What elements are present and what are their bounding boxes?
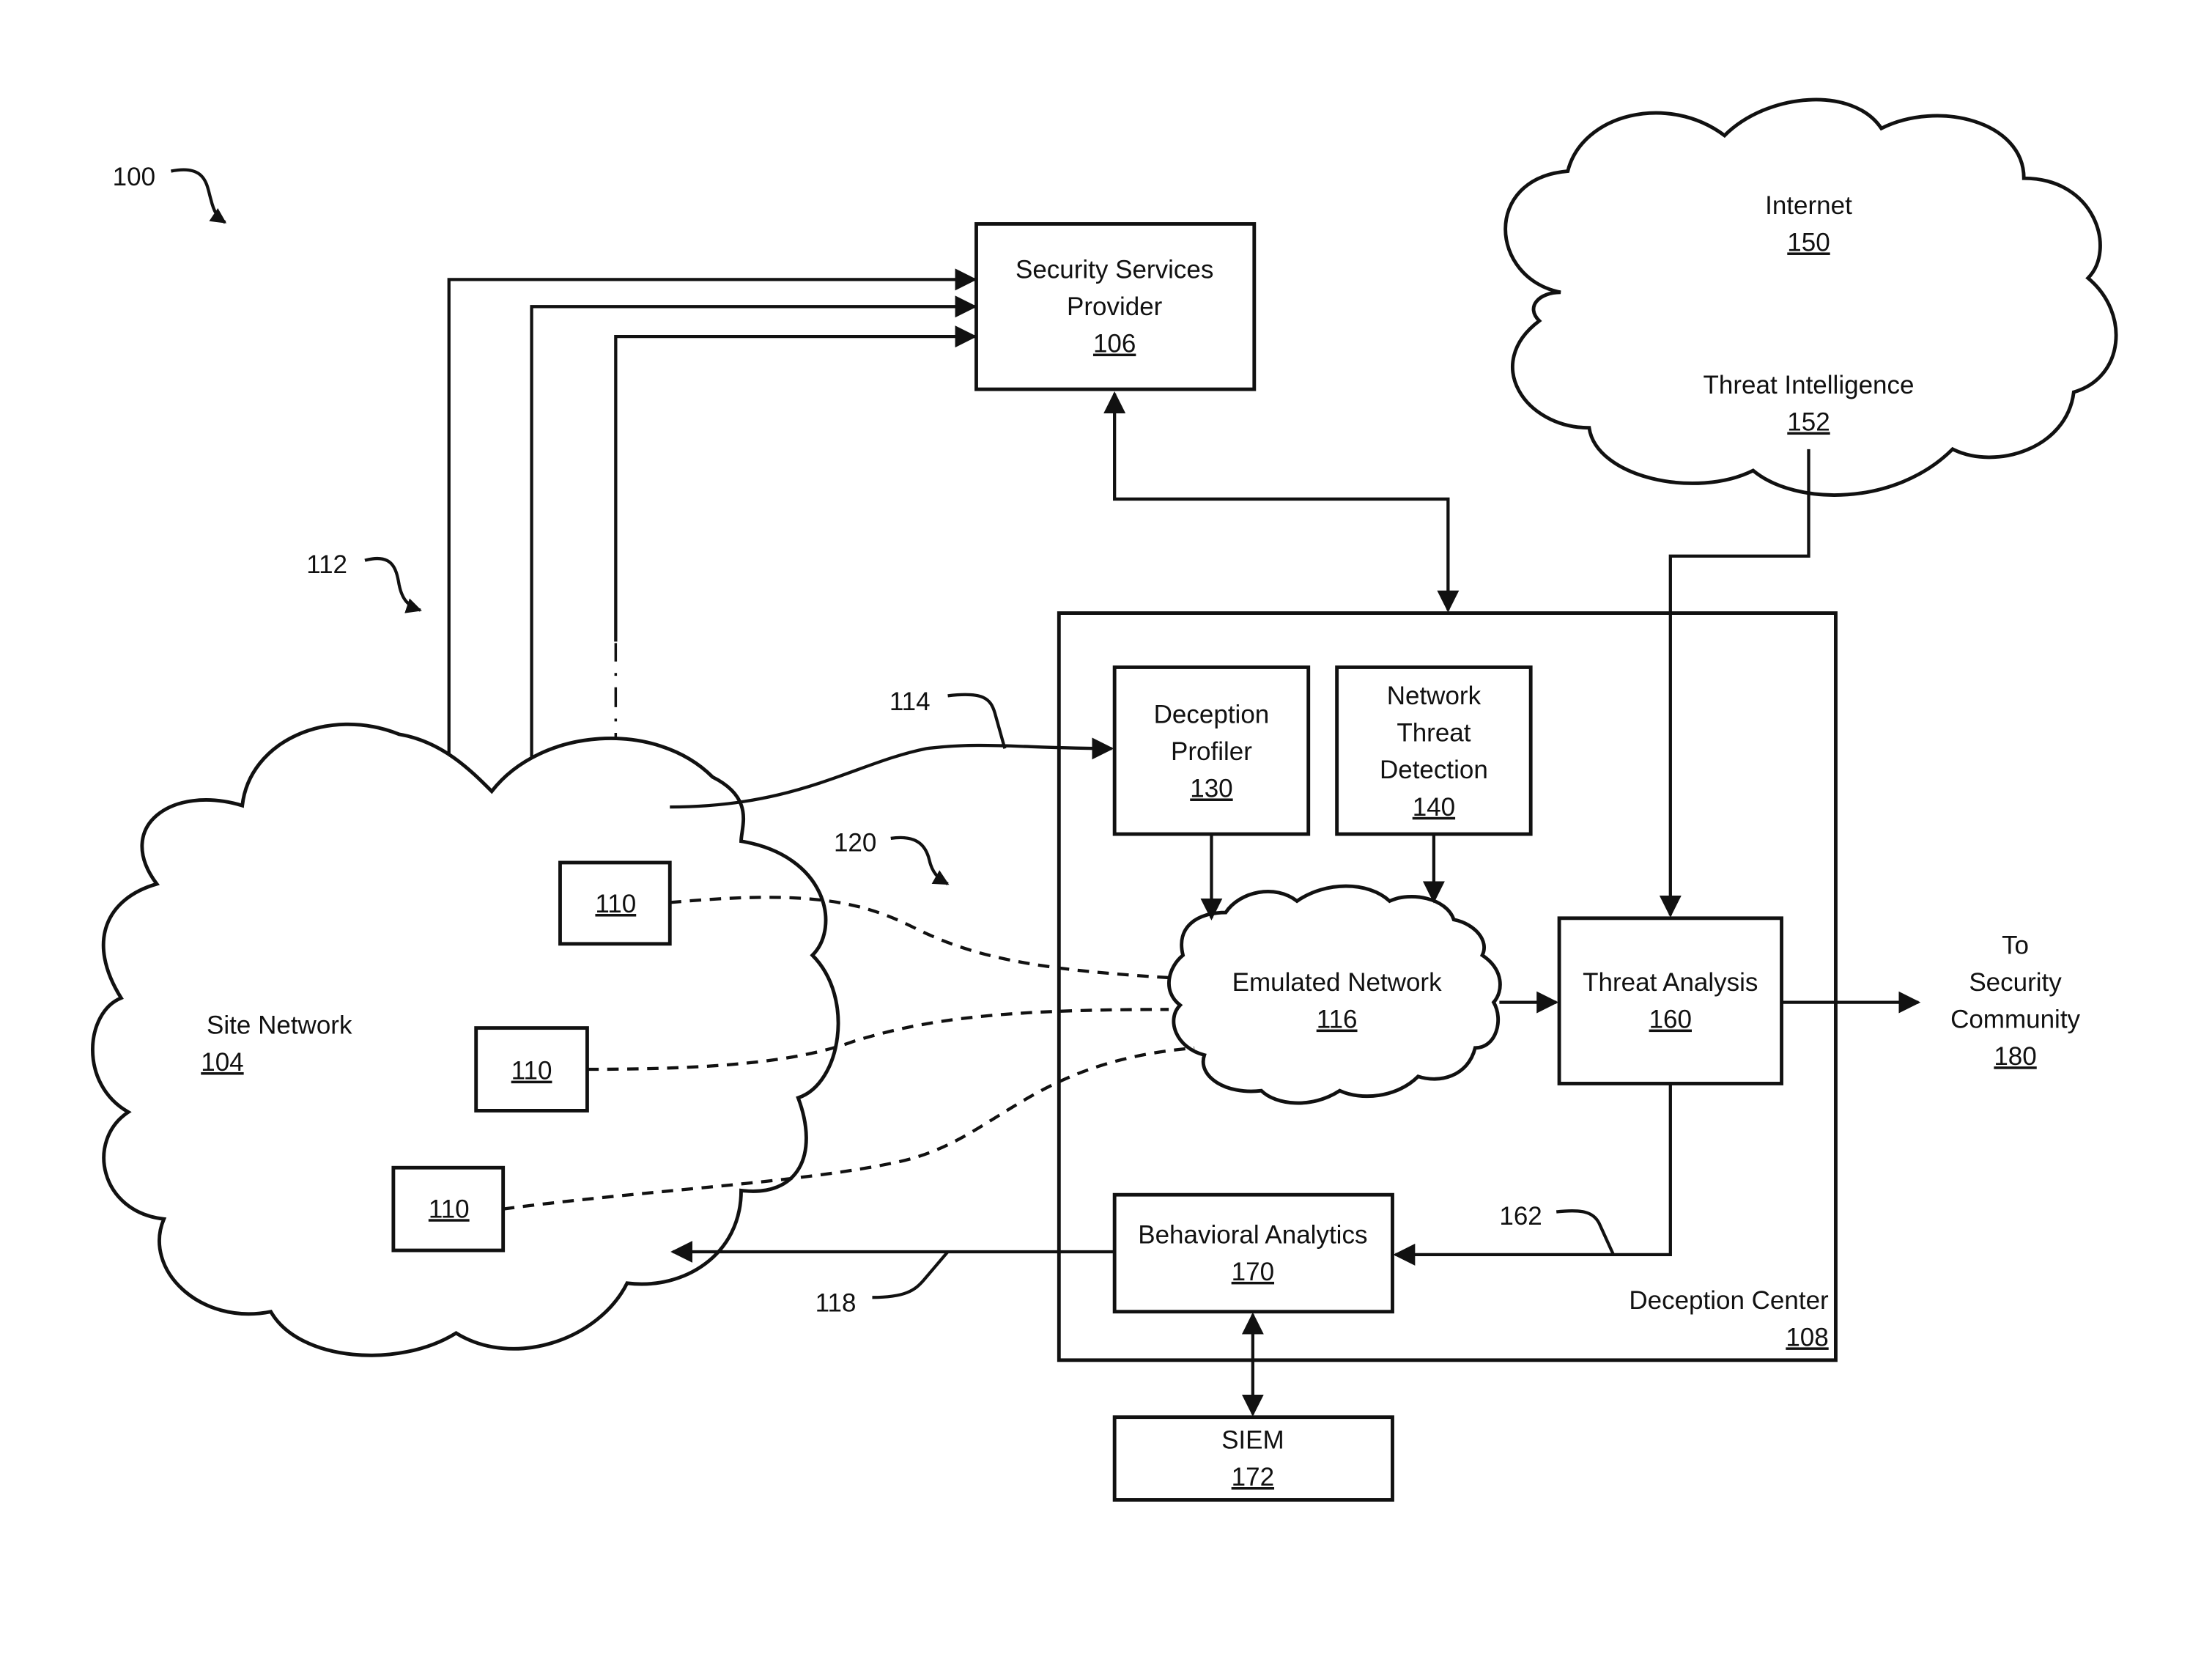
behavioral-analytics-label: Behavioral Analytics	[1138, 1220, 1367, 1249]
network-threat-detection-ref: 140	[1413, 793, 1455, 822]
callout-120-arrow	[890, 836, 950, 885]
security-services-provider-ref: 106	[1093, 330, 1136, 358]
network-threat-detection-label-3: Detection	[1380, 756, 1488, 784]
security-community-label-1: To	[2002, 931, 2029, 959]
behavioral-analytics-ref: 170	[1232, 1258, 1274, 1286]
security-community-label-3: Community	[1950, 1006, 2080, 1034]
deception-center-ref: 108	[1786, 1323, 1828, 1351]
diagram: 100 Internet 150 Threat Intelligence 152…	[91, 97, 2118, 1502]
site-network-cloud	[91, 722, 840, 1357]
deception-profiler-label-1: Deception	[1154, 700, 1270, 728]
threat-intelligence-ref: 152	[1787, 408, 1830, 437]
sensor-ref-1: 110	[595, 890, 636, 918]
sensor-ref-3: 110	[429, 1195, 470, 1223]
network-threat-detection-label-1: Network	[1387, 682, 1482, 710]
deception-profiler-ref: 130	[1190, 774, 1232, 803]
callout-114-leader	[947, 693, 1007, 749]
deception-profiler-label-2: Profiler	[1171, 737, 1252, 766]
callout-118-leader	[872, 1250, 950, 1299]
ssp-deception-center-link	[1103, 391, 1460, 613]
security-community-ref: 180	[1994, 1042, 2036, 1071]
site-network-ref: 104	[201, 1048, 243, 1077]
security-services-provider-label-2: Provider	[1067, 292, 1163, 321]
emulated-network-ref: 116	[1317, 1006, 1358, 1034]
emulated-network-label: Emulated Network	[1232, 968, 1442, 997]
siem-label: SIEM	[1221, 1425, 1284, 1454]
behavioral-analytics-box	[1112, 1192, 1394, 1314]
figure-ref: 100	[113, 163, 155, 191]
deception-center-label: Deception Center	[1629, 1286, 1829, 1315]
security-services-provider-label-1: Security Services	[1016, 255, 1213, 284]
sensor-ref-2: 110	[511, 1057, 552, 1085]
internet-ref: 150	[1787, 228, 1830, 257]
network-threat-detection-label-2: Threat	[1397, 719, 1471, 748]
security-community-label-2: Security	[1969, 968, 2062, 997]
figure-ref-arrow	[171, 168, 227, 224]
threat-analysis-label: Threat Analysis	[1583, 968, 1758, 997]
sensor3-to-ssp-line	[614, 325, 977, 642]
callout-120: 120	[834, 828, 876, 857]
threat-intelligence-label: Threat Intelligence	[1704, 371, 1915, 399]
siem-ref: 172	[1232, 1463, 1274, 1491]
internet-label: Internet	[1765, 191, 1852, 220]
site-network-label: Site Network	[207, 1011, 352, 1039]
threat-analysis-box	[1557, 916, 1783, 1085]
callout-114: 114	[889, 687, 931, 716]
callout-112-arrow	[364, 556, 422, 613]
callout-118: 118	[815, 1289, 857, 1318]
callout-112: 112	[306, 550, 347, 579]
threat-analysis-ref: 160	[1649, 1006, 1692, 1034]
callout-162: 162	[1499, 1202, 1542, 1231]
